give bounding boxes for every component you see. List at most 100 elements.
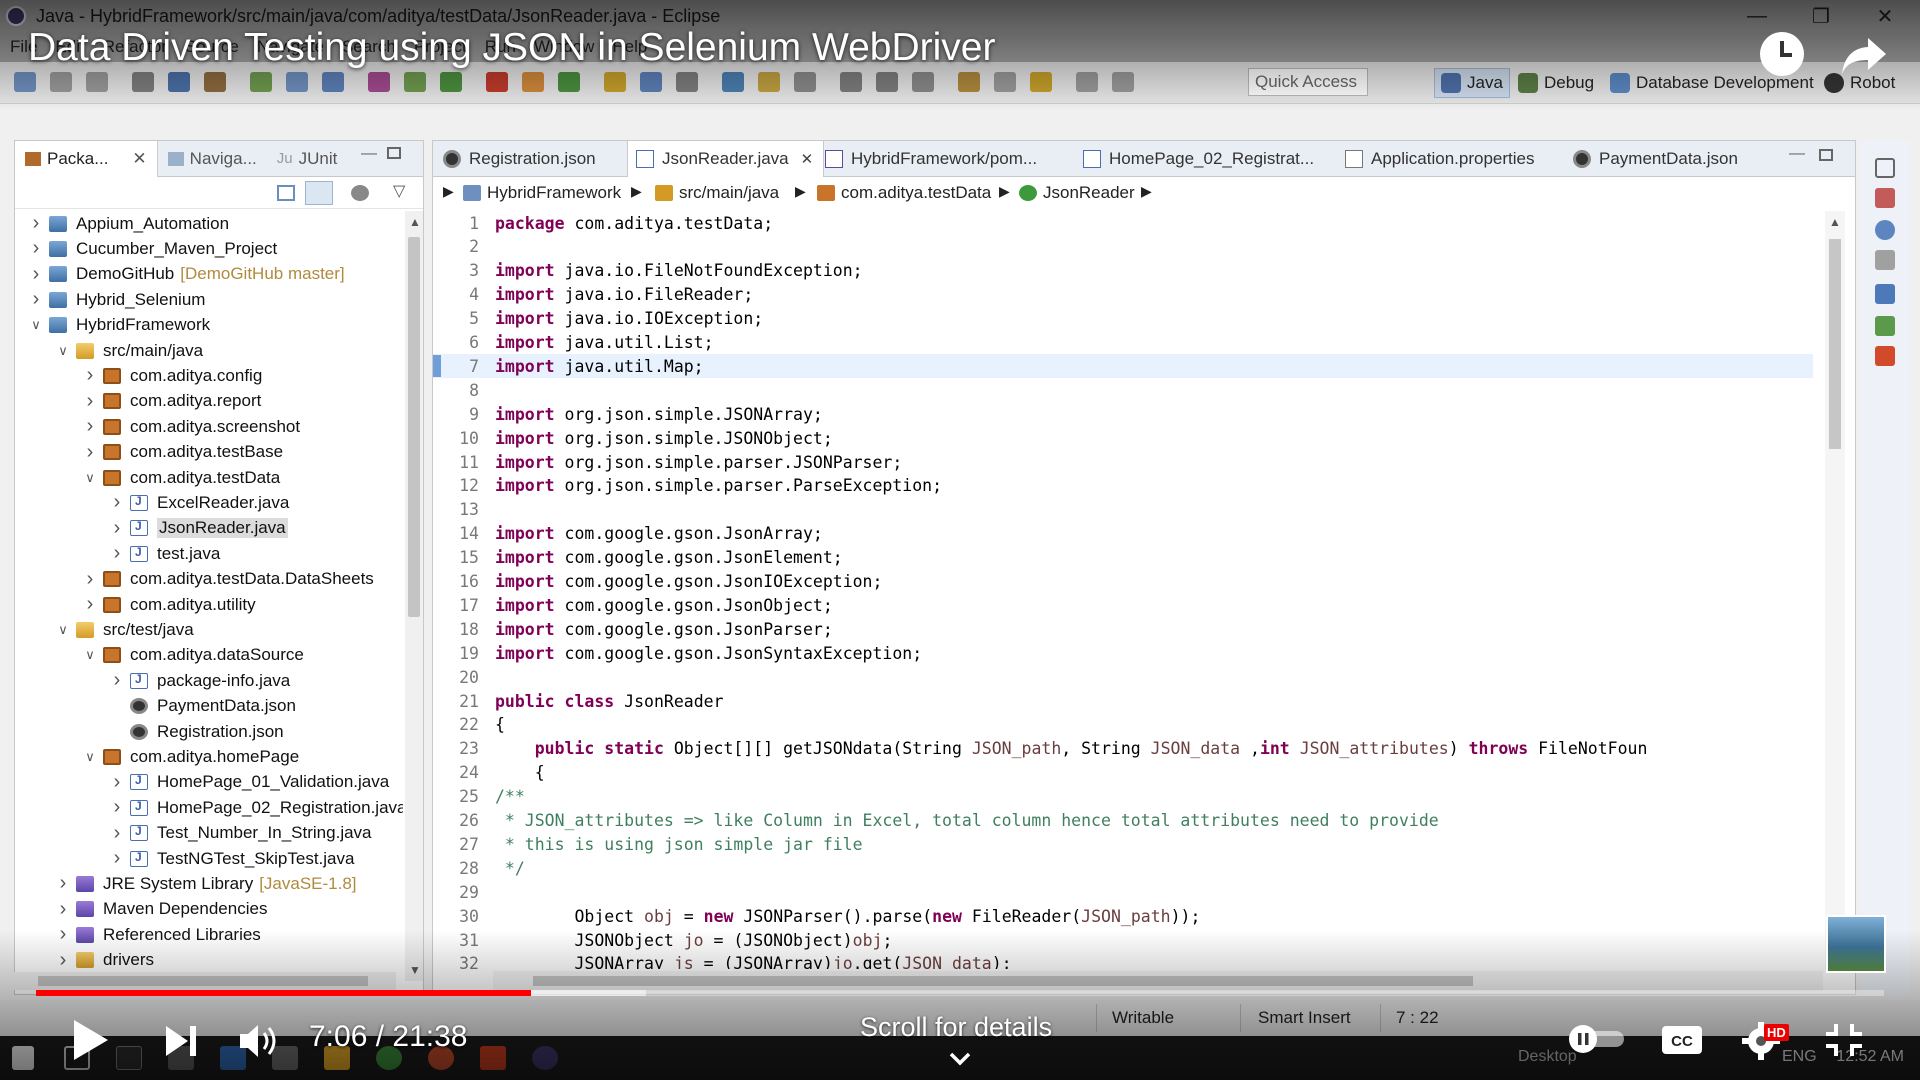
settings-gear-icon[interactable] [1740, 1020, 1782, 1062]
volume-icon[interactable] [238, 1022, 280, 1060]
code-line[interactable]: 25 /** [433, 785, 1813, 809]
chevron-right-icon[interactable]: › [56, 923, 70, 946]
code-line[interactable]: 24 { [433, 761, 1813, 785]
eclipse-taskbar-icon[interactable] [532, 1046, 558, 1070]
toolbar-button-icon[interactable] [1030, 72, 1052, 92]
code-line[interactable]: 32 JSONArray js = (JSONArray)jo.get(JSON… [433, 952, 1813, 969]
tab-package-explorer[interactable]: Packa... ✕ [15, 140, 158, 177]
tree-item[interactable]: › drivers [15, 948, 154, 973]
code-line[interactable]: 12 import org.json.simple.parser.ParseExc… [433, 474, 1813, 498]
code-line[interactable]: 23 public static Object[][] getJSONdata(… [433, 737, 1813, 761]
tab-navigator[interactable]: Naviga... [158, 141, 267, 177]
toolbar-button-icon[interactable] [1076, 72, 1098, 92]
progress-icon[interactable] [1875, 316, 1895, 336]
chevron-right-icon[interactable]: › [83, 593, 97, 616]
chevron-right-icon[interactable]: › [29, 237, 43, 260]
code-line[interactable]: 15 import com.google.gson.JsonElement; [433, 546, 1813, 570]
chevron-right-icon[interactable]: ▶ [1141, 183, 1152, 200]
code-line[interactable]: 5 import java.io.IOException; [433, 307, 1813, 331]
channel-avatar[interactable] [1826, 915, 1886, 973]
tree-item[interactable]: › JsonReader.java [15, 516, 288, 541]
scroll-up-icon[interactable]: ▲ [409, 215, 421, 229]
toolbar-button-icon[interactable] [168, 72, 190, 92]
toolbar-button-icon[interactable] [604, 72, 626, 92]
chevron-right-icon[interactable]: › [29, 288, 43, 311]
tree-item[interactable]: Registration.json [15, 719, 284, 744]
breadcrumb-item[interactable]: HybridFramework [463, 183, 621, 203]
code-line[interactable]: 22 { [433, 713, 1813, 737]
toolbar-button-icon[interactable] [876, 72, 898, 92]
chevron-right-icon[interactable]: › [110, 771, 124, 794]
console-icon[interactable] [1875, 284, 1895, 304]
outline-icon[interactable] [1875, 188, 1895, 208]
maximize-view-icon[interactable] [387, 147, 401, 159]
editor-tab[interactable]: HybridFramework/pom... [817, 141, 1047, 177]
code-line[interactable]: 1 package com.aditya.testData; [433, 211, 1813, 235]
tree-item[interactable]: › com.aditya.utility [15, 592, 256, 617]
code-line[interactable]: 2 [433, 235, 1813, 259]
scroll-up-icon[interactable]: ▲ [1829, 215, 1841, 229]
file-explorer-taskbar-icon[interactable] [324, 1046, 350, 1070]
chrome-taskbar-icon[interactable] [376, 1046, 402, 1070]
code-line[interactable]: 13 [433, 498, 1813, 522]
code-line[interactable]: 10 import org.json.simple.JSONObject; [433, 426, 1813, 450]
toolbar-button-icon[interactable] [912, 72, 934, 92]
chevron-down-icon[interactable]: ∨ [56, 343, 70, 359]
code-line[interactable]: 30 Object obj = new JSONParser().parse(n… [433, 904, 1813, 928]
tree-item[interactable]: ∨ com.aditya.homePage [15, 744, 299, 769]
tree-vertical-scrollbar[interactable]: ▲ ▼ [405, 211, 423, 981]
chevron-right-icon[interactable]: › [110, 491, 124, 514]
minimize-view-icon[interactable]: — [361, 145, 377, 163]
view-menu-icon[interactable]: ▽ [393, 181, 405, 201]
code-line[interactable]: 29 [433, 880, 1813, 904]
toolbar-button-icon[interactable] [840, 72, 862, 92]
code-line[interactable]: 19 import com.google.gson.JsonSyntaxExcep… [433, 641, 1813, 665]
editor-tab[interactable]: JsonReader.java ✕ [627, 141, 825, 177]
share-icon[interactable] [1840, 34, 1888, 76]
restore-icon[interactable]: ❐ [1790, 0, 1852, 32]
chevron-right-icon[interactable]: › [110, 822, 124, 845]
toolbar-button-icon[interactable] [758, 72, 780, 92]
perspective-debug[interactable]: Debug [1512, 68, 1600, 98]
scroll-down-icon[interactable]: ▼ [409, 963, 421, 977]
chevron-right-icon[interactable]: ▶ [999, 183, 1010, 200]
chevron-down-icon[interactable]: ∨ [29, 317, 43, 333]
scroll-thumb[interactable] [533, 976, 1473, 986]
exit-fullscreen-icon[interactable] [1824, 1022, 1864, 1058]
code-line[interactable]: 3 import java.io.FileNotFoundException; [433, 259, 1813, 283]
watch-later-icon[interactable] [1760, 32, 1804, 76]
editor-tab[interactable]: PaymentData.json [1565, 141, 1748, 177]
tree-item[interactable]: › Appium_Automation [15, 211, 229, 236]
toolbar-button-icon[interactable] [86, 72, 108, 92]
tree-item[interactable]: › com.aditya.testData.DataSheets [15, 567, 374, 592]
tree-item[interactable]: › Cucumber_Maven_Project [15, 236, 278, 261]
tree-item[interactable]: › com.aditya.screenshot [15, 414, 300, 439]
next-video-icon[interactable] [164, 1024, 198, 1058]
windows-start-icon[interactable] [12, 1046, 34, 1070]
focus-icon[interactable] [351, 185, 369, 201]
chevron-right-icon[interactable]: › [83, 390, 97, 413]
chevron-right-icon[interactable]: › [110, 542, 124, 565]
tree-item[interactable]: › DemoGitHub [DemoGitHub master] [15, 262, 345, 287]
code-line[interactable]: 27 * this is using json simple jar file [433, 832, 1813, 856]
tree-item[interactable]: › com.aditya.report [15, 389, 262, 414]
tab-junit[interactable]: Ju JUnit [267, 141, 348, 177]
code-line[interactable]: 8 [433, 378, 1813, 402]
toolbar-button-icon[interactable] [322, 72, 344, 92]
scroll-thumb[interactable] [408, 237, 420, 617]
toolbar-button-icon[interactable] [1112, 72, 1134, 92]
toolbar-button-icon[interactable] [722, 72, 744, 92]
chevron-right-icon[interactable]: › [56, 872, 70, 895]
chevron-down-icon[interactable]: ∨ [83, 647, 97, 663]
toolbar-button-icon[interactable] [958, 72, 980, 92]
code-line[interactable]: 6 import java.util.List; [433, 331, 1813, 355]
tree-item[interactable]: › package-info.java [15, 668, 291, 693]
code-area[interactable]: 1 package com.aditya.testData; 2 3 import ja… [433, 211, 1813, 969]
chevron-right-icon[interactable]: › [110, 796, 124, 819]
toolbar-button-icon[interactable] [676, 72, 698, 92]
toolbar-button-icon[interactable] [286, 72, 308, 92]
chevron-right-icon[interactable]: ▶ [795, 183, 806, 200]
restore-view-icon[interactable] [1875, 158, 1895, 178]
code-line[interactable]: 31 JSONObject jo = (JSONObject)obj; [433, 928, 1813, 952]
tree-item[interactable]: › Referenced Libraries [15, 922, 261, 947]
